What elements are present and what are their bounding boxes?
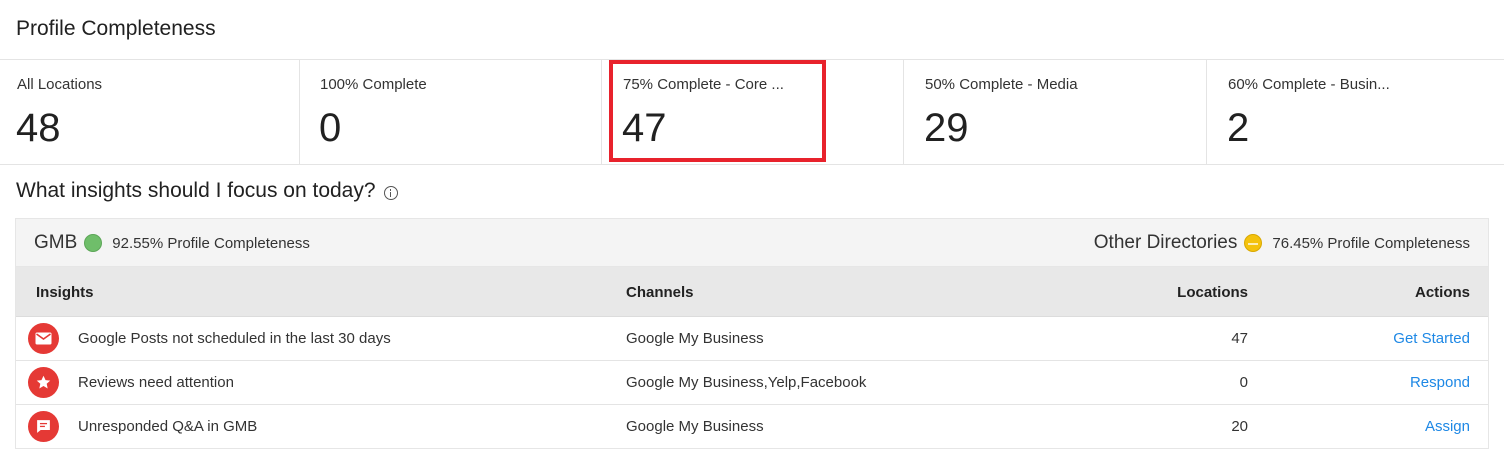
header-actions: Actions — [1414, 284, 1470, 301]
get-started-link[interactable]: Get Started — [1393, 330, 1470, 347]
channels-text: Google My Business — [626, 330, 764, 347]
completeness-text: 92.55% Profile Completeness — [112, 234, 310, 252]
summary-bar: GMB 92.55% Profile Completeness Other Di… — [16, 219, 1488, 267]
stat-label: 60% Complete - Busin... — [1228, 76, 1390, 93]
insight-text: Reviews need attention — [78, 374, 234, 391]
stat-value: 47 — [622, 106, 667, 150]
header-insights: Insights — [36, 284, 94, 301]
insight-text: Unresponded Q&A in GMB — [78, 418, 258, 435]
completeness-text: 76.45% Profile Completeness — [1272, 234, 1470, 252]
mail-icon — [28, 323, 59, 354]
page-title: Profile Completeness — [16, 17, 216, 40]
other-directories-summary: Other Directories 76.45% Profile Complet… — [1094, 232, 1470, 254]
status-dot-icon — [1244, 234, 1263, 252]
respond-link[interactable]: Respond — [1410, 374, 1470, 391]
table-row: Google Posts not scheduled in the last 3… — [16, 317, 1488, 361]
channels-text: Google My Business,Yelp,Facebook — [626, 374, 867, 391]
header-locations: Locations — [1177, 284, 1248, 301]
stat-label: All Locations — [17, 76, 103, 93]
assign-link[interactable]: Assign — [1425, 418, 1470, 435]
table-row: Reviews need attention Google My Busines… — [16, 361, 1488, 405]
stats-row: All Locations 48 100% Complete 0 75% Com… — [0, 59, 1504, 165]
insights-title: What insights should I focus on today? — [16, 179, 398, 203]
insights-title-text: What insights should I focus on today? — [16, 179, 376, 202]
directory-name: Other Directories — [1093, 232, 1238, 253]
stat-card-all-locations[interactable]: All Locations 48 — [0, 60, 300, 164]
stat-value: 48 — [16, 106, 61, 150]
stat-value: 2 — [1227, 106, 1250, 150]
stat-value: 0 — [319, 106, 342, 150]
header-channels: Channels — [626, 284, 694, 301]
locations-count: 0 — [1239, 374, 1248, 391]
stat-card-100-complete[interactable]: 100% Complete 0 — [300, 60, 602, 164]
locations-count: 20 — [1231, 418, 1248, 435]
table-row: Unresponded Q&A in GMB Google My Busines… — [16, 405, 1488, 449]
star-icon — [28, 367, 59, 398]
info-icon[interactable] — [383, 186, 398, 200]
gmb-summary: GMB 92.55% Profile Completeness — [34, 232, 310, 254]
stat-label: 100% Complete — [320, 76, 427, 93]
stat-value: 29 — [924, 106, 969, 150]
stat-card-50-complete[interactable]: 50% Complete - Media 29 — [904, 60, 1207, 164]
insights-panel: GMB 92.55% Profile Completeness Other Di… — [15, 218, 1489, 449]
directory-name: GMB — [34, 232, 78, 253]
insight-text: Google Posts not scheduled in the last 3… — [78, 330, 391, 347]
status-dot-icon — [84, 234, 103, 252]
stat-label: 50% Complete - Media — [925, 76, 1078, 93]
chat-icon — [28, 411, 59, 442]
locations-count: 47 — [1231, 330, 1248, 347]
stat-label: 75% Complete - Core ... — [623, 76, 784, 93]
channels-text: Google My Business — [626, 418, 764, 435]
stat-card-75-complete[interactable]: 75% Complete - Core ... 47 — [602, 60, 904, 164]
table-header: Insights Channels Locations Actions — [16, 267, 1488, 317]
stat-card-60-complete[interactable]: 60% Complete - Busin... 2 — [1207, 60, 1504, 164]
